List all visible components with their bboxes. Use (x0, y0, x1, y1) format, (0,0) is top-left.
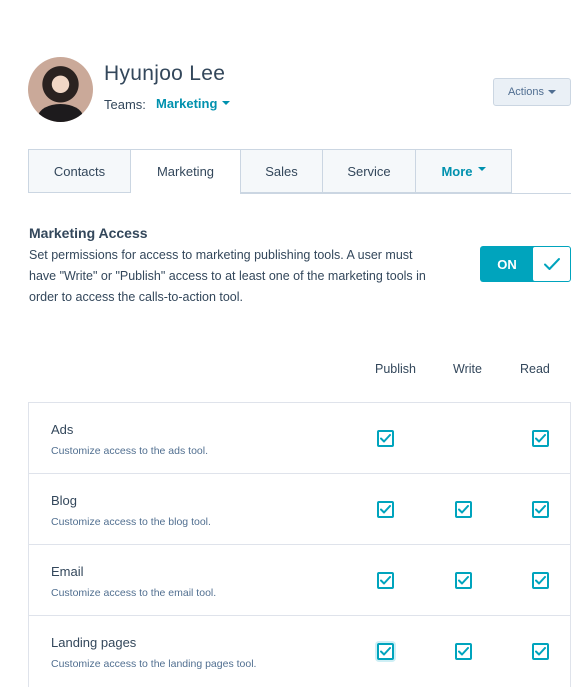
chevron-down-icon (477, 167, 486, 171)
row-description: Customize access to the ads tool. (51, 445, 208, 457)
publish-checkbox[interactable] (377, 430, 394, 447)
tab-label: Contacts (53, 163, 106, 179)
row-title: Blog (51, 493, 78, 508)
write-checkbox[interactable] (455, 643, 472, 660)
publish-checkbox[interactable] (377, 572, 394, 589)
table-row: Landing pages Customize access to the lan… (29, 616, 570, 687)
toggle-on-label: ON (480, 246, 540, 282)
avatar (28, 57, 93, 122)
write-checkbox[interactable] (455, 501, 472, 518)
actions-label: Actions (507, 86, 545, 98)
tab-label: Service (347, 163, 391, 179)
avatar-shoulders (38, 104, 83, 122)
tab-more[interactable]: More (416, 149, 512, 193)
column-header-write: Write (453, 362, 482, 376)
tab-bar: Contacts Marketing Sales Service More (28, 149, 512, 194)
row-title: Ads (51, 422, 74, 437)
tab-contacts[interactable]: Contacts (28, 149, 131, 193)
publish-checkbox[interactable] (377, 501, 394, 518)
tab-label: More (441, 163, 473, 179)
publish-checkbox[interactable] (377, 643, 394, 660)
section-title: Marketing Access (29, 225, 148, 241)
tab-service[interactable]: Service (323, 149, 416, 193)
tab-marketing[interactable]: Marketing (131, 149, 241, 194)
row-title: Landing pages (51, 635, 137, 650)
tab-divider (240, 193, 571, 194)
permissions-table: Ads Customize access to the ads tool. Blog… (28, 402, 571, 687)
column-header-read: Read (520, 362, 550, 376)
read-checkbox[interactable] (532, 430, 549, 447)
row-description: Customize access to the landing pages to… (51, 658, 257, 670)
table-row: Blog Customize access to the blog tool. (29, 474, 570, 545)
table-row: Ads Customize access to the ads tool. (29, 403, 570, 474)
team-name: Marketing (156, 96, 218, 111)
check-icon (532, 246, 571, 282)
section-description: Set permissions for access to marketing … (29, 248, 426, 304)
row-description: Customize access to the email tool. (51, 587, 217, 599)
read-checkbox[interactable] (532, 572, 549, 589)
row-description: Customize access to the blog tool. (51, 516, 211, 528)
tab-sales[interactable]: Sales (241, 149, 323, 193)
chevron-down-icon (222, 100, 231, 105)
read-checkbox[interactable] (532, 501, 549, 518)
read-checkbox[interactable] (532, 643, 549, 660)
write-checkbox[interactable] (455, 572, 472, 589)
teams-label: Teams: (104, 97, 146, 112)
user-name: Hyunjoo Lee (104, 62, 226, 85)
row-title: Email (51, 564, 84, 579)
column-header-publish: Publish (375, 362, 416, 376)
tab-label: Marketing (156, 164, 215, 179)
team-dropdown[interactable]: Marketing (156, 96, 231, 111)
access-toggle[interactable]: ON (480, 246, 571, 282)
actions-button[interactable]: Actions (493, 78, 571, 106)
table-row: Email Customize access to the email tool. (29, 545, 570, 616)
chevron-down-icon (548, 90, 557, 94)
tab-label: Sales (265, 163, 298, 179)
